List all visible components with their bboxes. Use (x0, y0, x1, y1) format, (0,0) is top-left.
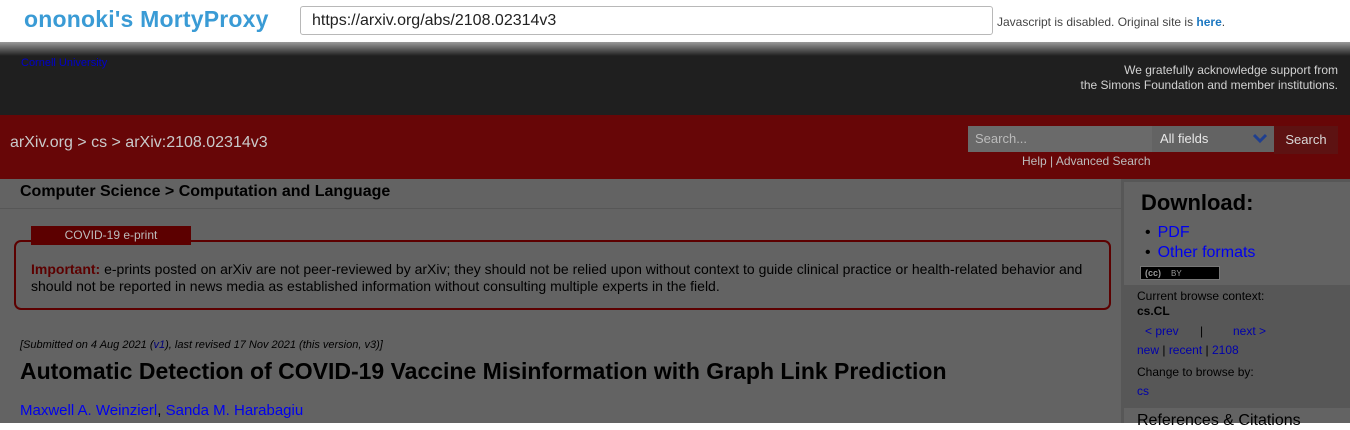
proxy-note: Javascript is disabled. Original site is… (997, 15, 1225, 29)
references-citations-heading: References & Citations (1137, 412, 1301, 429)
bullet-icon: • (1145, 224, 1151, 241)
covid-message: e-prints posted on arXiv are not peer-re… (31, 261, 1083, 294)
other-formats-link[interactable]: Other formats (1158, 244, 1256, 261)
browse-cs-link[interactable]: cs (1137, 384, 1149, 398)
subject-header: Computer Science > Computation and Langu… (0, 179, 1121, 209)
proxy-shadow (0, 42, 1350, 56)
download-pdf-item: • PDF (1145, 224, 1190, 242)
advanced-search-link[interactable]: Advanced Search (1056, 154, 1151, 168)
proxy-note-text: Javascript is disabled. Original site is (997, 15, 1197, 29)
subject-title: Computer Science > Computation and Langu… (20, 183, 391, 200)
author-list: Maxwell A. Weinzierl, Sanda M. Harabagiu (20, 402, 303, 419)
breadcrumb[interactable]: arXiv.org > cs > arXiv:2108.02314v3 (10, 134, 268, 152)
support-acknowledgement: We gratefully acknowledge support from t… (1081, 63, 1338, 93)
abstract-main: Computer Science > Computation and Langu… (0, 179, 1121, 423)
next-link[interactable]: next > (1233, 324, 1266, 338)
nav-separator: | (1200, 324, 1204, 338)
search-field-selected: All fields (1160, 131, 1209, 146)
proxy-title-link[interactable]: ononoki's MortyProxy (24, 6, 269, 33)
new-link[interactable]: new (1137, 343, 1159, 357)
search-input[interactable]: Search... (968, 126, 1152, 152)
download-panel: Download: • PDF • Other formats (cc) BY (1124, 182, 1350, 285)
author-separator: , (157, 402, 166, 419)
proxy-note-end: . (1221, 15, 1226, 29)
dateline-suffix: ), last revised 17 Nov 2021 (this versio… (165, 339, 383, 351)
listing-links: new | recent | 2108 (1137, 343, 1239, 357)
proxy-url-input[interactable]: https://arxiv.org/abs/2108.02314v3 (300, 6, 993, 35)
search-field-select[interactable]: All fields (1152, 126, 1274, 152)
paper-title: Automatic Detection of COVID-19 Vaccine … (20, 358, 947, 384)
cc-by-license-badge[interactable]: (cc) BY (1140, 266, 1220, 280)
browse-context-value: cs.CL (1137, 304, 1170, 318)
original-site-link[interactable]: here (1196, 15, 1221, 29)
change-browse-label: Change to browse by: (1137, 365, 1254, 379)
download-heading: Download: (1141, 190, 1254, 215)
browse-context-label: Current browse context: (1137, 289, 1265, 303)
search-help-links: Help | Advanced Search (1022, 154, 1151, 168)
cornell-university-link[interactable]: Cornell University (21, 57, 107, 69)
author-link[interactable]: Sanda M. Harabagiu (166, 402, 304, 419)
nav-bar: arXiv.org > cs > arXiv:2108.02314v3 Sear… (0, 115, 1350, 179)
by-license-label: BY (1171, 268, 1182, 278)
archive-month-link[interactable]: 2108 (1212, 343, 1239, 357)
help-separator: | (1046, 154, 1056, 168)
important-label: Important: (31, 261, 101, 277)
version-1-link[interactable]: v1 (154, 339, 166, 351)
prev-link[interactable]: < prev (1145, 324, 1179, 338)
author-link[interactable]: Maxwell A. Weinzierl (20, 402, 157, 419)
dateline-prefix: [Submitted on 4 Aug 2021 ( (20, 339, 154, 351)
chevron-down-icon (1252, 133, 1268, 144)
covid-eprint-tab: COVID-19 e-print (31, 226, 191, 245)
support-line-2: the Simons Foundation and member institu… (1080, 78, 1338, 92)
proxy-bar: ononoki's MortyProxy https://arxiv.org/a… (0, 0, 1350, 42)
covid-notice-text: Important: e-prints posted on arXiv are … (31, 261, 1091, 295)
bullet-icon: • (1145, 244, 1151, 261)
help-link[interactable]: Help (1022, 154, 1047, 168)
support-line-1: We gratefully acknowledge support from (1124, 63, 1338, 77)
sidebar: Download: • PDF • Other formats (cc) BY Cu… (1121, 179, 1350, 429)
cc-license-icon: (cc) (1145, 268, 1162, 278)
recent-link[interactable]: recent (1169, 343, 1202, 357)
search-button[interactable]: Search (1274, 126, 1338, 154)
download-other-item: • Other formats (1145, 244, 1255, 262)
submission-dateline: [Submitted on 4 Aug 2021 (v1), last revi… (20, 339, 383, 351)
pdf-link[interactable]: PDF (1158, 224, 1190, 241)
